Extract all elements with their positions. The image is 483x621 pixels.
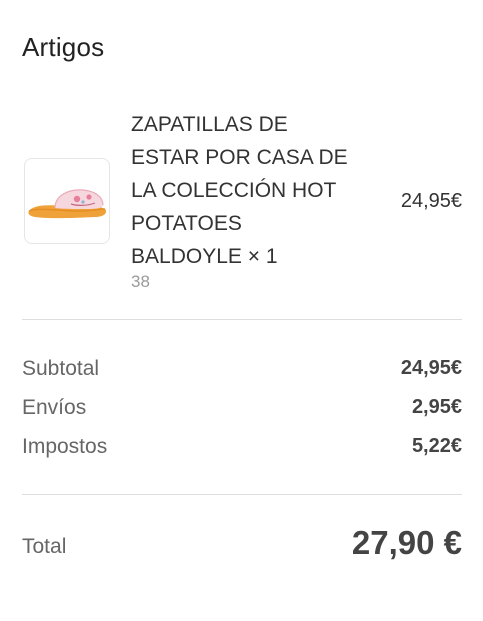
product-thumbnail <box>24 158 110 244</box>
shipping-value: 2,95€ <box>411 396 462 418</box>
subtotal-value: 24,95€ <box>400 357 462 379</box>
subtotal-label: Subtotal <box>22 357 100 380</box>
divider <box>22 319 462 320</box>
product-name-line: LA COLECCIÓN HOT <box>131 179 337 202</box>
product-name-line: POTATOES <box>131 212 242 235</box>
product-name-line: ZAPATILLAS DE <box>131 113 288 136</box>
product-price: 24,95€ <box>400 190 462 212</box>
cart-item: ZAPATILLAS DE ESTAR POR CASA DE LA COLEC… <box>24 108 462 298</box>
taxes-row: Impostos 5,22€ <box>22 435 462 463</box>
product-name: ZAPATILLAS DE ESTAR POR CASA DE LA COLEC… <box>131 108 371 273</box>
shipping-label: Envíos <box>22 396 87 419</box>
divider <box>22 494 462 495</box>
shipping-row: Envíos 2,95€ <box>22 396 462 424</box>
product-name-line: ESTAR POR CASA DE <box>131 146 348 169</box>
taxes-value: 5,22€ <box>411 435 462 457</box>
taxes-label: Impostos <box>22 435 108 458</box>
slipper-icon <box>28 189 107 219</box>
subtotal-row: Subtotal 24,95€ <box>22 357 462 385</box>
total-label: Total <box>22 535 67 558</box>
product-variant-size: 38 <box>131 272 150 291</box>
total-value: 27,90 € <box>351 524 462 561</box>
section-title: Artigos <box>22 32 105 62</box>
product-name-line: BALDOYLE × 1 <box>131 245 278 268</box>
